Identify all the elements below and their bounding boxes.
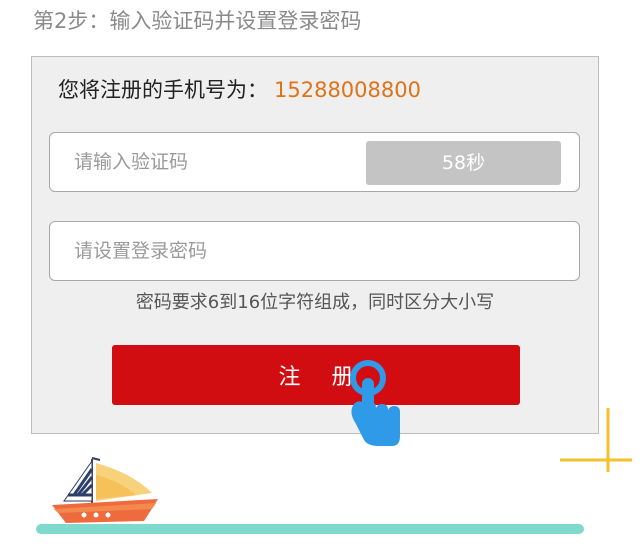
password-field: [49, 221, 580, 281]
register-button[interactable]: 注 册: [112, 345, 520, 405]
password-input[interactable]: [50, 222, 579, 280]
corner-crosshair-icon: [560, 408, 632, 472]
register-form-card: 您将注册的手机号为：15288008800 58秒 密码要求6到16位字符组成，…: [31, 56, 599, 434]
resend-countdown-button[interactable]: 58秒: [366, 141, 561, 185]
phone-label: 您将注册的手机号为：: [58, 78, 268, 102]
tap-hand-icon: [350, 360, 400, 446]
password-hint: 密码要求6到16位字符组成，同时区分大小写: [135, 292, 495, 313]
step-title: 第2步：输入验证码并设置登录密码: [33, 9, 362, 33]
ground-strip: [36, 524, 584, 534]
sailboat-illustration: [52, 457, 158, 523]
verification-code-input[interactable]: [50, 133, 350, 191]
phone-info: 您将注册的手机号为： 15288008800: [58, 73, 421, 107]
phone-number: 15288008800: [274, 78, 421, 102]
verification-code-field: 58秒: [49, 132, 580, 192]
